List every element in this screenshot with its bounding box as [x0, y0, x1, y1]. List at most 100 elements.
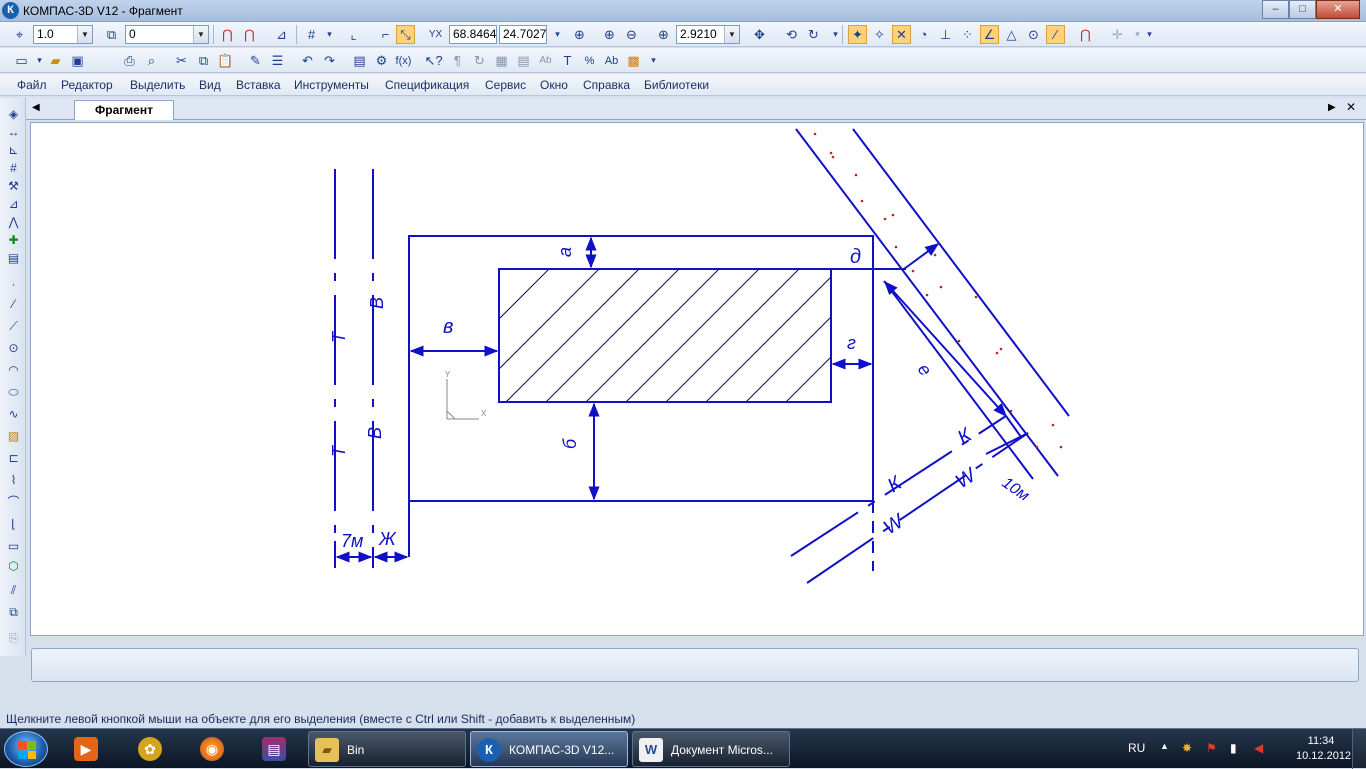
redraw-icon[interactable]: ↻	[804, 25, 823, 44]
menu-specification[interactable]: Спецификация	[385, 78, 469, 92]
spec-icon[interactable]: ✚	[5, 232, 22, 249]
equidistant-icon[interactable]: ⫽	[5, 582, 22, 599]
menu-help[interactable]: Справка	[583, 78, 630, 92]
chevron-down-icon[interactable]: ▾	[1140, 25, 1159, 44]
pinned-winrar[interactable]: ▤	[250, 733, 298, 765]
snap-circle-center-icon[interactable]: ⊙	[1024, 25, 1043, 44]
print-preview-icon[interactable]: ⌕	[142, 51, 161, 70]
zoom-out-icon[interactable]: ⊖	[622, 25, 641, 44]
coord-y-field[interactable]: 24.7027	[499, 25, 547, 44]
coord-x-field[interactable]: 68.8464	[449, 25, 497, 44]
snap-normal-icon[interactable]: ⊥	[936, 25, 955, 44]
chevron-down-icon[interactable]: ▾	[320, 25, 339, 44]
menu-window[interactable]: Окно	[540, 78, 568, 92]
layer-combo[interactable]: 0 ▼	[125, 25, 209, 44]
dim-d[interactable]	[903, 243, 940, 270]
start-button[interactable]	[4, 731, 48, 767]
redo-icon[interactable]: ↷	[320, 51, 339, 70]
flag-alert-icon[interactable]: ⚑	[1206, 741, 1217, 755]
scale-combo[interactable]: 1.0 ▼	[33, 25, 93, 44]
local-cs-icon[interactable]: ⌞	[344, 25, 363, 44]
snap-tangent-icon[interactable]: ◔	[914, 25, 933, 44]
snap-angle-icon[interactable]: ∠	[980, 25, 999, 44]
pinned-firefox[interactable]: ◉	[188, 733, 236, 765]
menu-libraries[interactable]: Библиотеки	[644, 78, 709, 92]
dimensions-icon[interactable]: ↔	[5, 124, 22, 141]
spline-icon[interactable]: ∿	[5, 406, 22, 423]
dim-line-10m[interactable]	[985, 432, 1029, 455]
point-icon[interactable]: ·	[5, 276, 22, 293]
chamfer-icon[interactable]: ⌊	[5, 516, 22, 533]
chevron-down-icon[interactable]: ▾	[548, 25, 567, 44]
snap-midpoint-icon[interactable]: △	[1002, 25, 1021, 44]
fragment-drawing[interactable]: Y X а б в г д е 7м Ж 10м Т Т В В К К W W	[31, 123, 1363, 635]
plot-boundary-rect[interactable]	[408, 235, 874, 502]
magnet-local-icon[interactable]: ⋂	[240, 25, 259, 44]
pinned-media-player[interactable]: ▶	[62, 733, 110, 765]
zoom-in-icon[interactable]: ⊕	[600, 25, 619, 44]
reports-icon[interactable]: ▤	[5, 250, 22, 267]
cursor-step-icon[interactable]: ⌖	[10, 25, 29, 44]
paste-icon[interactable]: 📋	[216, 51, 235, 70]
undo-icon[interactable]: ↶	[298, 51, 317, 70]
ellipse-icon[interactable]: ⬭	[5, 384, 22, 401]
tray-expand-icon[interactable]: ▲	[1160, 741, 1169, 751]
tab-close-icon[interactable]: ✕	[1346, 100, 1356, 114]
parametrization-icon[interactable]: ⚒	[5, 178, 22, 195]
rectangle-icon[interactable]: ▭	[5, 538, 22, 555]
chevron-down-icon[interactable]: ▼	[77, 26, 92, 43]
network-icon[interactable]: ▮	[1230, 741, 1237, 755]
select-icon[interactable]: ⋀	[5, 214, 22, 231]
task-kompas[interactable]: К КОМПАС-3D V12...	[470, 731, 628, 767]
kompas-app-icon[interactable]: К	[2, 2, 19, 19]
text-icon[interactable]: T	[558, 51, 577, 70]
properties-panel[interactable]	[31, 648, 1359, 682]
grid-icon[interactable]: #	[302, 25, 321, 44]
manager-icon[interactable]: ▤	[350, 51, 369, 70]
magnet-off-icon[interactable]: ⋂	[1076, 25, 1095, 44]
refresh-view-icon[interactable]: ⟲	[782, 25, 801, 44]
copy-icon[interactable]: ⧉	[194, 51, 213, 70]
minimize-button[interactable]: –	[1262, 0, 1289, 19]
snap-center-icon[interactable]: ⁘	[958, 25, 977, 44]
pinned-messenger[interactable]: ✿	[126, 733, 174, 765]
menu-service[interactable]: Сервис	[485, 78, 526, 92]
arc-icon[interactable]: ◠	[5, 362, 22, 379]
cut-icon[interactable]: ✂	[172, 51, 191, 70]
magnet-snap-icon[interactable]: ⋂	[218, 25, 237, 44]
taskbar-clock[interactable]: 11:34 10.12.2012	[1296, 734, 1351, 764]
auxiliary-line-icon[interactable]: ⁄	[5, 296, 22, 313]
chevron-down-icon[interactable]: ▾	[644, 51, 663, 70]
chevron-down-icon[interactable]: ▼	[724, 26, 739, 43]
round-mode-icon[interactable]: ⤡	[396, 25, 415, 44]
cable-line-w[interactable]	[806, 432, 1029, 584]
help-cursor-icon[interactable]: ↖?	[424, 51, 443, 70]
tab-scroll-left-icon[interactable]: ◀	[32, 102, 40, 113]
tab-scroll-right-icon[interactable]: ▶	[1328, 102, 1336, 113]
tab-fragment[interactable]: Фрагмент	[74, 100, 174, 120]
polygon-icon[interactable]: ⬡	[5, 558, 22, 575]
snap-nearest-icon[interactable]: ✦	[848, 25, 867, 44]
snap-endpoint-icon[interactable]: ✧	[870, 25, 889, 44]
collection-icon[interactable]: ⧉	[5, 604, 22, 621]
symbol-icon[interactable]: %	[580, 51, 599, 70]
zoom-scale-icon[interactable]: ⊕	[654, 25, 673, 44]
open-folder-icon[interactable]: ▰	[46, 51, 65, 70]
rail-line-outer[interactable]	[852, 128, 1070, 417]
font-icon[interactable]: Ab	[602, 51, 621, 70]
pan-icon[interactable]: ✥	[750, 25, 769, 44]
drawing-canvas[interactable]: Y X а б в г д е 7м Ж 10м Т Т В В К К W W	[30, 122, 1364, 636]
orthogonal-icon[interactable]: ⊿	[272, 25, 291, 44]
format-painter-icon[interactable]: ✎	[246, 51, 265, 70]
geometry-icon[interactable]: ◈	[5, 106, 22, 123]
polyline-icon[interactable]: ⌇	[5, 472, 22, 489]
task-word[interactable]: W Документ Micros...	[632, 731, 790, 767]
snap-intersection-icon[interactable]: ✕	[892, 25, 911, 44]
fillet-icon[interactable]: ⌒	[5, 494, 22, 511]
print-icon[interactable]: ⎙	[120, 51, 139, 70]
rail-offset-line[interactable]	[883, 280, 1034, 480]
menu-edit[interactable]: Редактор	[61, 78, 113, 92]
chevron-down-icon[interactable]: ▼	[193, 26, 208, 43]
circle-icon[interactable]: ⊙	[5, 340, 22, 357]
dim-tick-10m[interactable]	[1005, 415, 1022, 438]
